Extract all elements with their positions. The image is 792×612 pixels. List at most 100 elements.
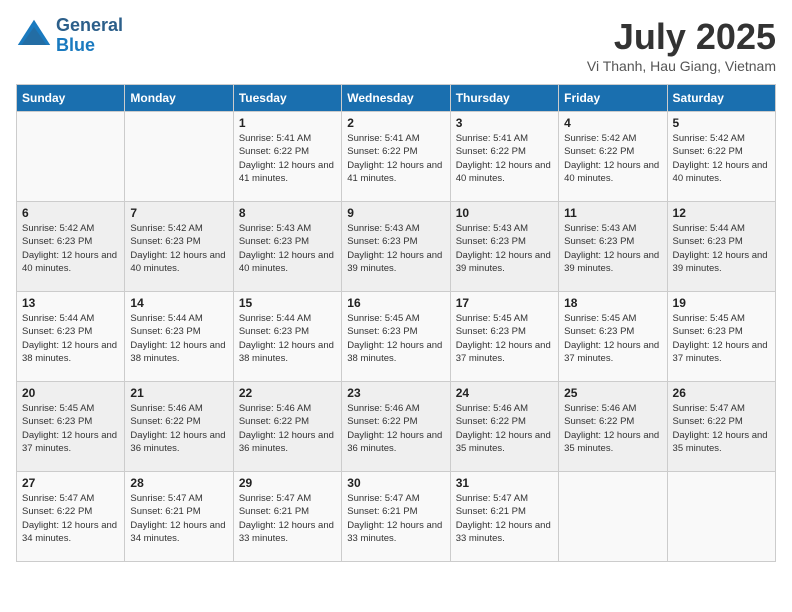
calendar-cell: 16Sunrise: 5:45 AM Sunset: 6:23 PM Dayli… [342,292,450,382]
day-info: Sunrise: 5:45 AM Sunset: 6:23 PM Dayligh… [564,312,661,365]
header-day-wednesday: Wednesday [342,85,450,112]
day-info: Sunrise: 5:46 AM Sunset: 6:22 PM Dayligh… [239,402,336,455]
day-info: Sunrise: 5:44 AM Sunset: 6:23 PM Dayligh… [22,312,119,365]
day-number: 1 [239,116,336,130]
day-info: Sunrise: 5:47 AM Sunset: 6:22 PM Dayligh… [673,402,770,455]
day-info: Sunrise: 5:45 AM Sunset: 6:23 PM Dayligh… [347,312,444,365]
calendar-cell: 4 Sunrise: 5:42 AM Sunset: 6:22 PM Daylig… [559,112,667,202]
header-day-friday: Friday [559,85,667,112]
day-number: 5 [673,116,770,130]
day-number: 15 [239,296,336,310]
week-row-2: 13 Sunrise: 5:44 AM Sunset: 6:23 PM Dayli… [17,292,776,382]
day-number: 25 [564,386,661,400]
day-number: 30 [347,476,444,490]
calendar-cell: 6 Sunrise: 5:42 AM Sunset: 6:23 PM Daylig… [17,202,125,292]
calendar-cell: 19Sunrise: 5:45 AM Sunset: 6:23 PM Dayli… [667,292,775,382]
day-info: Sunrise: 5:43 AM Sunset: 6:23 PM Dayligh… [347,222,444,275]
header-day-thursday: Thursday [450,85,558,112]
day-info: Sunrise: 5:44 AM Sunset: 6:23 PM Dayligh… [239,312,336,365]
day-info: Sunrise: 5:47 AM Sunset: 6:21 PM Dayligh… [456,492,553,545]
day-number: 20 [22,386,119,400]
header-row: SundayMondayTuesdayWednesdayThursdayFrid… [17,85,776,112]
calendar-cell: 23 Sunrise: 5:46 AM Sunset: 6:22 PM Dayli… [342,382,450,472]
day-number: 12 [673,206,770,220]
calendar-cell: 9 Sunrise: 5:43 AM Sunset: 6:23 PM Daylig… [342,202,450,292]
day-info: Sunrise: 5:41 AM Sunset: 6:22 PM Dayligh… [456,132,553,185]
day-number: 24 [456,386,553,400]
day-number: 17 [456,296,553,310]
calendar-cell [17,112,125,202]
calendar-cell: 11Sunrise: 5:43 AM Sunset: 6:23 PM Dayli… [559,202,667,292]
calendar-cell: 26 Sunrise: 5:47 AM Sunset: 6:22 PM Dayli… [667,382,775,472]
day-number: 22 [239,386,336,400]
day-number: 9 [347,206,444,220]
day-number: 23 [347,386,444,400]
day-info: Sunrise: 5:47 AM Sunset: 6:21 PM Dayligh… [130,492,227,545]
day-number: 4 [564,116,661,130]
calendar-cell: 14Sunrise: 5:44 AM Sunset: 6:23 PM Dayli… [125,292,233,382]
day-info: Sunrise: 5:46 AM Sunset: 6:22 PM Dayligh… [130,402,227,455]
day-number: 2 [347,116,444,130]
calendar-cell: 24 Sunrise: 5:46 AM Sunset: 6:22 PM Dayli… [450,382,558,472]
calendar-body: 1 Sunrise: 5:41 AM Sunset: 6:22 PM Daylig… [17,112,776,562]
day-info: Sunrise: 5:41 AM Sunset: 6:22 PM Dayligh… [347,132,444,185]
location-text: Vi Thanh, Hau Giang, Vietnam [587,58,776,74]
calendar-cell: 8Sunrise: 5:43 AM Sunset: 6:23 PM Daylig… [233,202,341,292]
logo-icon [16,18,52,54]
logo-text-blue: Blue [56,36,123,56]
day-info: Sunrise: 5:46 AM Sunset: 6:22 PM Dayligh… [347,402,444,455]
day-info: Sunrise: 5:42 AM Sunset: 6:23 PM Dayligh… [130,222,227,275]
day-number: 6 [22,206,119,220]
day-number: 29 [239,476,336,490]
calendar-cell [667,472,775,562]
day-number: 14 [130,296,227,310]
day-info: Sunrise: 5:45 AM Sunset: 6:23 PM Dayligh… [22,402,119,455]
day-info: Sunrise: 5:46 AM Sunset: 6:22 PM Dayligh… [564,402,661,455]
calendar-cell: 21 Sunrise: 5:46 AM Sunset: 6:22 PM Dayli… [125,382,233,472]
day-number: 11 [564,206,661,220]
calendar-cell: 22 Sunrise: 5:46 AM Sunset: 6:22 PM Dayli… [233,382,341,472]
month-title: July 2025 [587,16,776,58]
header-day-saturday: Saturday [667,85,775,112]
calendar-cell: 31 Sunrise: 5:47 AM Sunset: 6:21 PM Dayli… [450,472,558,562]
header-day-tuesday: Tuesday [233,85,341,112]
day-info: Sunrise: 5:47 AM Sunset: 6:22 PM Dayligh… [22,492,119,545]
day-info: Sunrise: 5:43 AM Sunset: 6:23 PM Dayligh… [239,222,336,275]
title-block: July 2025 Vi Thanh, Hau Giang, Vietnam [587,16,776,74]
calendar-cell [125,112,233,202]
calendar-cell: 17 Sunrise: 5:45 AM Sunset: 6:23 PM Dayli… [450,292,558,382]
day-number: 10 [456,206,553,220]
calendar-cell: 29 Sunrise: 5:47 AM Sunset: 6:21 PM Dayli… [233,472,341,562]
calendar-table: SundayMondayTuesdayWednesdayThursdayFrid… [16,84,776,562]
day-number: 26 [673,386,770,400]
day-number: 21 [130,386,227,400]
day-number: 13 [22,296,119,310]
header-day-monday: Monday [125,85,233,112]
calendar-cell: 5 Sunrise: 5:42 AM Sunset: 6:22 PM Daylig… [667,112,775,202]
day-info: Sunrise: 5:42 AM Sunset: 6:22 PM Dayligh… [564,132,661,185]
day-info: Sunrise: 5:47 AM Sunset: 6:21 PM Dayligh… [347,492,444,545]
week-row-4: 27Sunrise: 5:47 AM Sunset: 6:22 PM Dayli… [17,472,776,562]
calendar-header: SundayMondayTuesdayWednesdayThursdayFrid… [17,85,776,112]
week-row-1: 6 Sunrise: 5:42 AM Sunset: 6:23 PM Daylig… [17,202,776,292]
calendar-cell: 18Sunrise: 5:45 AM Sunset: 6:23 PM Dayli… [559,292,667,382]
calendar-cell: 12 Sunrise: 5:44 AM Sunset: 6:23 PM Dayli… [667,202,775,292]
calendar-cell: 2 Sunrise: 5:41 AM Sunset: 6:22 PM Daylig… [342,112,450,202]
day-number: 19 [673,296,770,310]
day-number: 3 [456,116,553,130]
calendar-cell: 28 Sunrise: 5:47 AM Sunset: 6:21 PM Dayli… [125,472,233,562]
day-number: 31 [456,476,553,490]
calendar-cell: 13 Sunrise: 5:44 AM Sunset: 6:23 PM Dayli… [17,292,125,382]
day-info: Sunrise: 5:45 AM Sunset: 6:23 PM Dayligh… [456,312,553,365]
logo-text-general: General [56,16,123,36]
calendar-cell [559,472,667,562]
day-info: Sunrise: 5:42 AM Sunset: 6:23 PM Dayligh… [22,222,119,275]
week-row-3: 20 Sunrise: 5:45 AM Sunset: 6:23 PM Dayli… [17,382,776,472]
calendar-cell: 20 Sunrise: 5:45 AM Sunset: 6:23 PM Dayli… [17,382,125,472]
calendar-cell: 10Sunrise: 5:43 AM Sunset: 6:23 PM Dayli… [450,202,558,292]
day-number: 28 [130,476,227,490]
day-info: Sunrise: 5:46 AM Sunset: 6:22 PM Dayligh… [456,402,553,455]
day-info: Sunrise: 5:47 AM Sunset: 6:21 PM Dayligh… [239,492,336,545]
day-info: Sunrise: 5:42 AM Sunset: 6:22 PM Dayligh… [673,132,770,185]
day-info: Sunrise: 5:44 AM Sunset: 6:23 PM Dayligh… [673,222,770,275]
